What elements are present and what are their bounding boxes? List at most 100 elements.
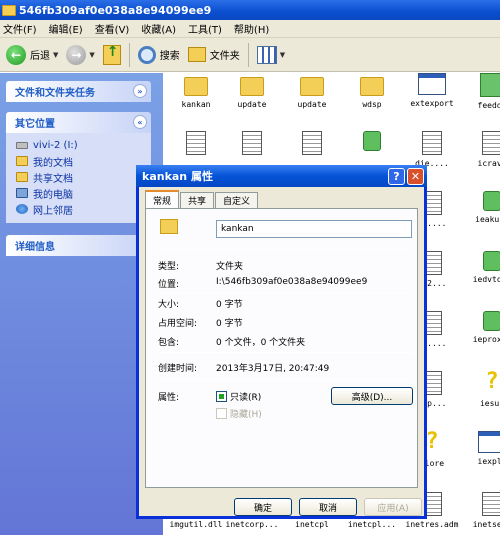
details-header[interactable]: 详细信息 bbox=[6, 235, 151, 256]
file-item[interactable]: feeddi bbox=[459, 73, 500, 110]
folder-icon bbox=[300, 77, 324, 96]
chevron-down-icon[interactable]: ▼ bbox=[89, 51, 94, 59]
extension-icon bbox=[363, 131, 381, 151]
network-icon bbox=[16, 204, 28, 214]
file-item[interactable]: inetset. bbox=[459, 492, 500, 529]
menu-edit[interactable]: 编辑(E) bbox=[46, 21, 92, 36]
folders-button[interactable]: 文件夹 bbox=[184, 42, 244, 68]
dialog-tabs: 常规 共享 自定义 bbox=[145, 190, 259, 208]
document-icon bbox=[422, 131, 442, 155]
file-label: inetcpl bbox=[295, 520, 329, 529]
file-item[interactable]: update bbox=[279, 73, 345, 109]
contains-value: 0 个文件，0 个文件夹 bbox=[216, 338, 306, 348]
place-my-documents[interactable]: 我的文档 bbox=[16, 153, 151, 169]
place-shared-documents[interactable]: 共享文档 bbox=[16, 169, 151, 185]
size-row: 大小: 0 字节 bbox=[158, 297, 243, 310]
menu-file[interactable]: 文件(F) bbox=[0, 21, 46, 36]
back-arrow-icon: ← bbox=[6, 44, 26, 65]
location-row: 位置: I:\546fb309af0e038a8e94099ee9 bbox=[158, 277, 367, 290]
collapse-icon[interactable]: « bbox=[133, 115, 147, 129]
place-network[interactable]: 网上邻居 bbox=[16, 201, 151, 217]
file-item[interactable]: wdsp bbox=[339, 73, 405, 109]
created-value: 2013年3月17日, 20:47:49 bbox=[216, 364, 330, 374]
menu-view[interactable]: 查看(V) bbox=[92, 21, 139, 36]
cancel-button[interactable]: 取消 bbox=[299, 498, 357, 516]
search-button[interactable]: 搜索 bbox=[134, 42, 184, 68]
forward-button[interactable]: → ▼ bbox=[62, 42, 98, 68]
menu-tools[interactable]: 工具(T) bbox=[185, 21, 231, 36]
file-label: inetres.adm bbox=[405, 520, 459, 529]
file-item[interactable]: ? iesup bbox=[459, 369, 500, 409]
file-label: extexport bbox=[410, 99, 454, 108]
chevron-down-icon[interactable]: ▼ bbox=[280, 51, 285, 59]
size-value: 0 字节 bbox=[216, 300, 243, 310]
dialog-titlebar[interactable]: kankan 属性 ? ✕ bbox=[136, 165, 427, 187]
file-item[interactable]: extexport bbox=[399, 73, 465, 108]
readonly-label: 只读(R) bbox=[230, 393, 262, 403]
disk-size-label: 占用空间: bbox=[158, 319, 198, 329]
document-icon bbox=[482, 131, 500, 155]
tab-sharing[interactable]: 共享 bbox=[180, 192, 215, 208]
dialog-title: kankan 属性 bbox=[142, 170, 213, 183]
other-places-header[interactable]: 其它位置 « bbox=[6, 112, 151, 133]
file-item[interactable]: iedvtool bbox=[459, 251, 500, 284]
search-icon bbox=[137, 45, 156, 64]
file-item[interactable]: die.... bbox=[399, 131, 465, 168]
other-places-list: vivi-2 (I:) 我的文档 共享文档 我的电脑 网上邻居 bbox=[6, 133, 151, 223]
folder-name-input[interactable]: kankan bbox=[216, 220, 412, 238]
views-button[interactable]: ▼ bbox=[253, 42, 289, 68]
file-folder-tasks-title: 文件和文件夹任务 bbox=[15, 88, 95, 99]
divider bbox=[158, 352, 413, 353]
program-icon bbox=[418, 73, 446, 95]
document-icon bbox=[242, 131, 262, 155]
up-button[interactable] bbox=[99, 42, 125, 68]
details-title: 详细信息 bbox=[15, 242, 55, 253]
file-item[interactable] bbox=[219, 131, 285, 159]
file-item[interactable] bbox=[279, 131, 345, 159]
file-folder-tasks-header[interactable]: 文件和文件夹任务 » bbox=[6, 81, 151, 102]
folder-icon bbox=[2, 4, 16, 16]
menu-help[interactable]: 帮助(H) bbox=[231, 21, 278, 36]
search-label: 搜索 bbox=[159, 51, 180, 62]
menu-bar: 文件(F) 编辑(E) 查看(V) 收藏(A) 工具(T) 帮助(H) bbox=[0, 20, 500, 38]
file-label: ieproxy. bbox=[472, 335, 500, 344]
back-button[interactable]: ← 后退 ▼ bbox=[2, 42, 62, 68]
size-label: 大小: bbox=[158, 300, 180, 310]
type-value: 文件夹 bbox=[216, 262, 244, 272]
chevron-down-icon[interactable]: ▼ bbox=[53, 51, 58, 59]
type-row: 类型: 文件夹 bbox=[158, 259, 243, 272]
tab-general[interactable]: 常规 bbox=[145, 190, 180, 208]
document-icon bbox=[482, 492, 500, 516]
place-drive-i[interactable]: vivi-2 (I:) bbox=[16, 137, 151, 153]
file-item[interactable] bbox=[339, 131, 405, 155]
close-icon[interactable]: ✕ bbox=[407, 168, 424, 185]
checkbox-box[interactable] bbox=[216, 408, 227, 419]
expand-icon[interactable]: » bbox=[133, 84, 147, 98]
file-item[interactable]: iexplo bbox=[459, 431, 500, 466]
folder-icon bbox=[240, 77, 264, 96]
file-item[interactable]: ieproxy. bbox=[459, 311, 500, 344]
place-label: 我的电脑 bbox=[33, 189, 73, 201]
advanced-button[interactable]: 高级(D)... bbox=[331, 387, 413, 405]
ok-button[interactable]: 确定 bbox=[234, 498, 292, 516]
readonly-checkbox[interactable]: 只读(R) bbox=[216, 390, 261, 403]
menu-favorites[interactable]: 收藏(A) bbox=[138, 21, 185, 36]
place-label: 我的文档 bbox=[33, 157, 73, 169]
file-label: update bbox=[237, 100, 267, 109]
back-label: 后退 bbox=[30, 51, 50, 62]
toolbar-divider bbox=[128, 42, 130, 67]
toolbar-divider bbox=[247, 42, 249, 67]
apply-button[interactable]: 应用(A) bbox=[364, 498, 422, 516]
computer-icon bbox=[16, 188, 28, 198]
hidden-checkbox[interactable]: 隐藏(H) bbox=[216, 407, 262, 420]
help-icon: ? bbox=[485, 369, 499, 394]
file-item[interactable]: icrav0 bbox=[459, 131, 500, 168]
help-icon[interactable]: ? bbox=[388, 168, 405, 185]
tab-customize[interactable]: 自定义 bbox=[215, 192, 259, 208]
created-row: 创建时间: 2013年3月17日, 20:47:49 bbox=[158, 361, 329, 374]
place-my-computer[interactable]: 我的电脑 bbox=[16, 185, 151, 201]
checkbox-box[interactable] bbox=[216, 391, 227, 402]
file-item[interactable]: ieakui. bbox=[459, 191, 500, 224]
file-label: imgutil.dll bbox=[169, 520, 223, 529]
file-item[interactable]: update bbox=[219, 73, 285, 109]
